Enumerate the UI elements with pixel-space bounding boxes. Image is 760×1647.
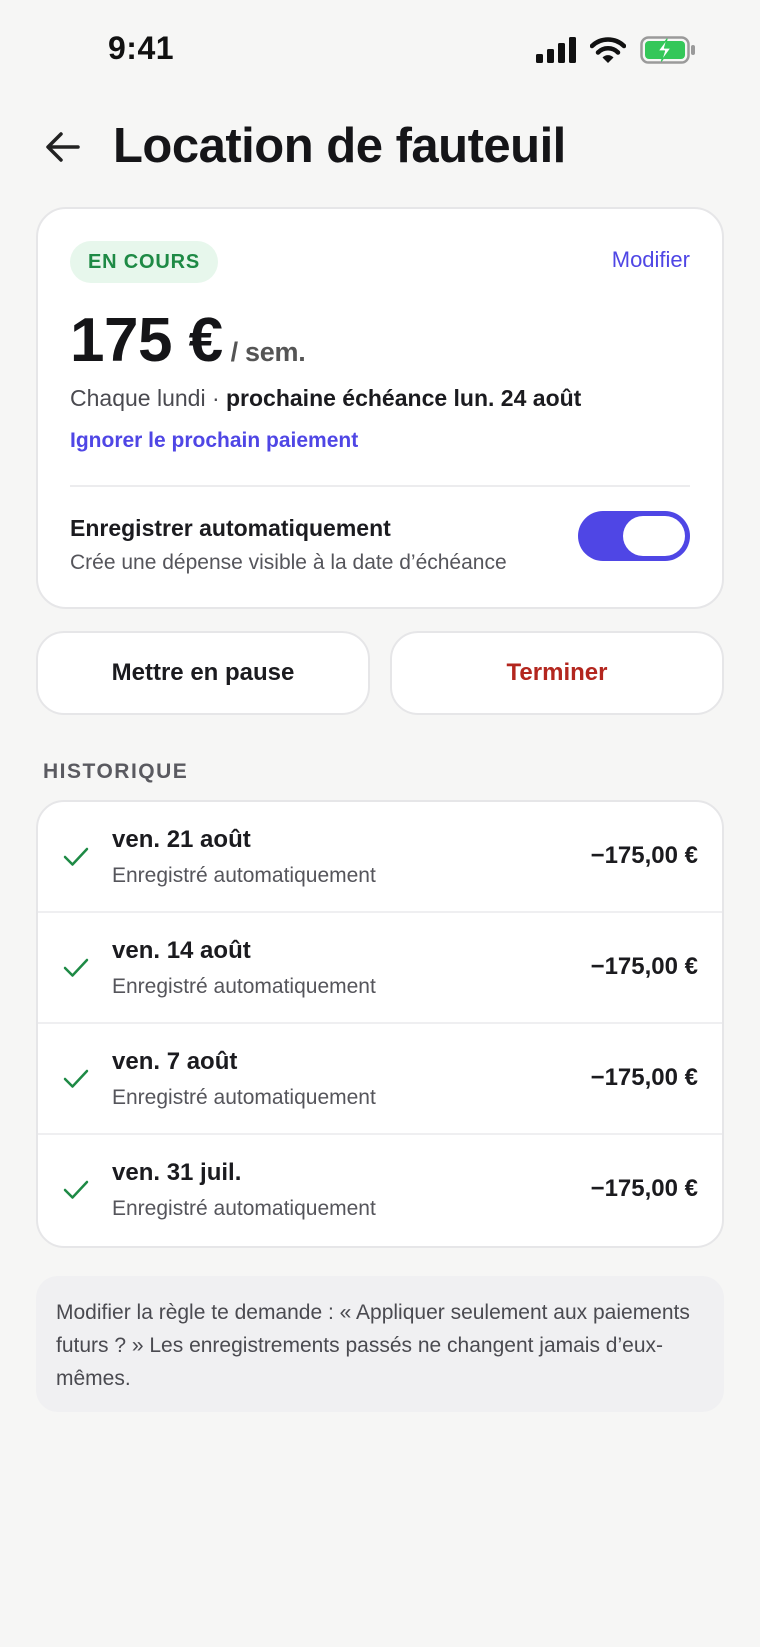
amount-unit: / sem. bbox=[230, 337, 306, 367]
page-title: Location de fauteuil bbox=[113, 119, 566, 173]
history-date: ven. 14 août bbox=[112, 937, 251, 964]
history-row[interactable]: ven. 7 août Enregistré automatiquement −… bbox=[38, 1024, 722, 1135]
history-date: ven. 7 août bbox=[112, 1048, 238, 1075]
schedule-frequency: Chaque lundi · bbox=[70, 385, 226, 411]
divider bbox=[70, 485, 690, 487]
history-list: ven. 21 août Enregistré automatiquement … bbox=[36, 800, 724, 1248]
history-date: ven. 31 juil. bbox=[112, 1159, 242, 1186]
status-time: 9:41 bbox=[108, 30, 175, 66]
check-icon bbox=[63, 958, 89, 977]
history-date: ven. 21 août bbox=[112, 826, 251, 853]
signal-icon bbox=[536, 37, 576, 63]
amount-value: 175 € bbox=[70, 306, 223, 375]
skip-next-payment-link[interactable]: Ignorer le prochain paiement bbox=[70, 429, 358, 453]
info-note: Modifier la règle te demande : « Appliqu… bbox=[36, 1276, 724, 1412]
back-arrow-icon bbox=[46, 132, 80, 162]
auto-record-toggle[interactable] bbox=[578, 511, 690, 561]
next-due-date: prochaine échéance lun. 24 août bbox=[226, 385, 582, 411]
status-badge: EN COURS bbox=[70, 241, 218, 283]
recurring-rule-card: EN COURS Modifier 175 € / sem. Chaque lu… bbox=[36, 207, 724, 609]
history-amount: −175,00 € bbox=[590, 953, 698, 980]
history-amount: −175,00 € bbox=[590, 1064, 698, 1091]
status-icons bbox=[536, 36, 696, 64]
back-button[interactable] bbox=[40, 124, 86, 170]
history-section-label: HISTORIQUE bbox=[43, 760, 189, 783]
history-amount: −175,00 € bbox=[590, 842, 698, 869]
history-subtitle: Enregistré automatiquement bbox=[112, 1197, 376, 1220]
history-row[interactable]: ven. 31 juil. Enregistré automatiquement… bbox=[38, 1135, 722, 1246]
status-bar: 9:41 bbox=[0, 0, 760, 100]
check-icon bbox=[63, 1180, 89, 1199]
check-icon bbox=[63, 1069, 89, 1088]
history-row[interactable]: ven. 21 août Enregistré automatiquement … bbox=[38, 802, 722, 913]
check-icon bbox=[63, 847, 89, 866]
auto-record-subtitle: Crée une dépense visible à la date d’éch… bbox=[70, 551, 507, 574]
schedule-line: Chaque lundi · prochaine échéance lun. 2… bbox=[70, 385, 581, 412]
history-amount: −175,00 € bbox=[590, 1175, 698, 1202]
history-subtitle: Enregistré automatiquement bbox=[112, 975, 376, 998]
toggle-knob bbox=[623, 516, 685, 556]
history-subtitle: Enregistré automatiquement bbox=[112, 864, 376, 887]
history-subtitle: Enregistré automatiquement bbox=[112, 1086, 376, 1109]
edit-link[interactable]: Modifier bbox=[612, 247, 690, 273]
header: Location de fauteuil bbox=[0, 112, 760, 182]
auto-record-title: Enregistrer automatiquement bbox=[70, 515, 391, 541]
battery-charging-icon bbox=[640, 36, 695, 64]
wifi-icon bbox=[590, 36, 626, 63]
history-row[interactable]: ven. 14 août Enregistré automatiquement … bbox=[38, 913, 722, 1024]
pause-button[interactable]: Mettre en pause bbox=[36, 631, 370, 715]
end-button[interactable]: Terminer bbox=[390, 631, 724, 715]
amount-row: 175 € / sem. bbox=[70, 305, 306, 376]
